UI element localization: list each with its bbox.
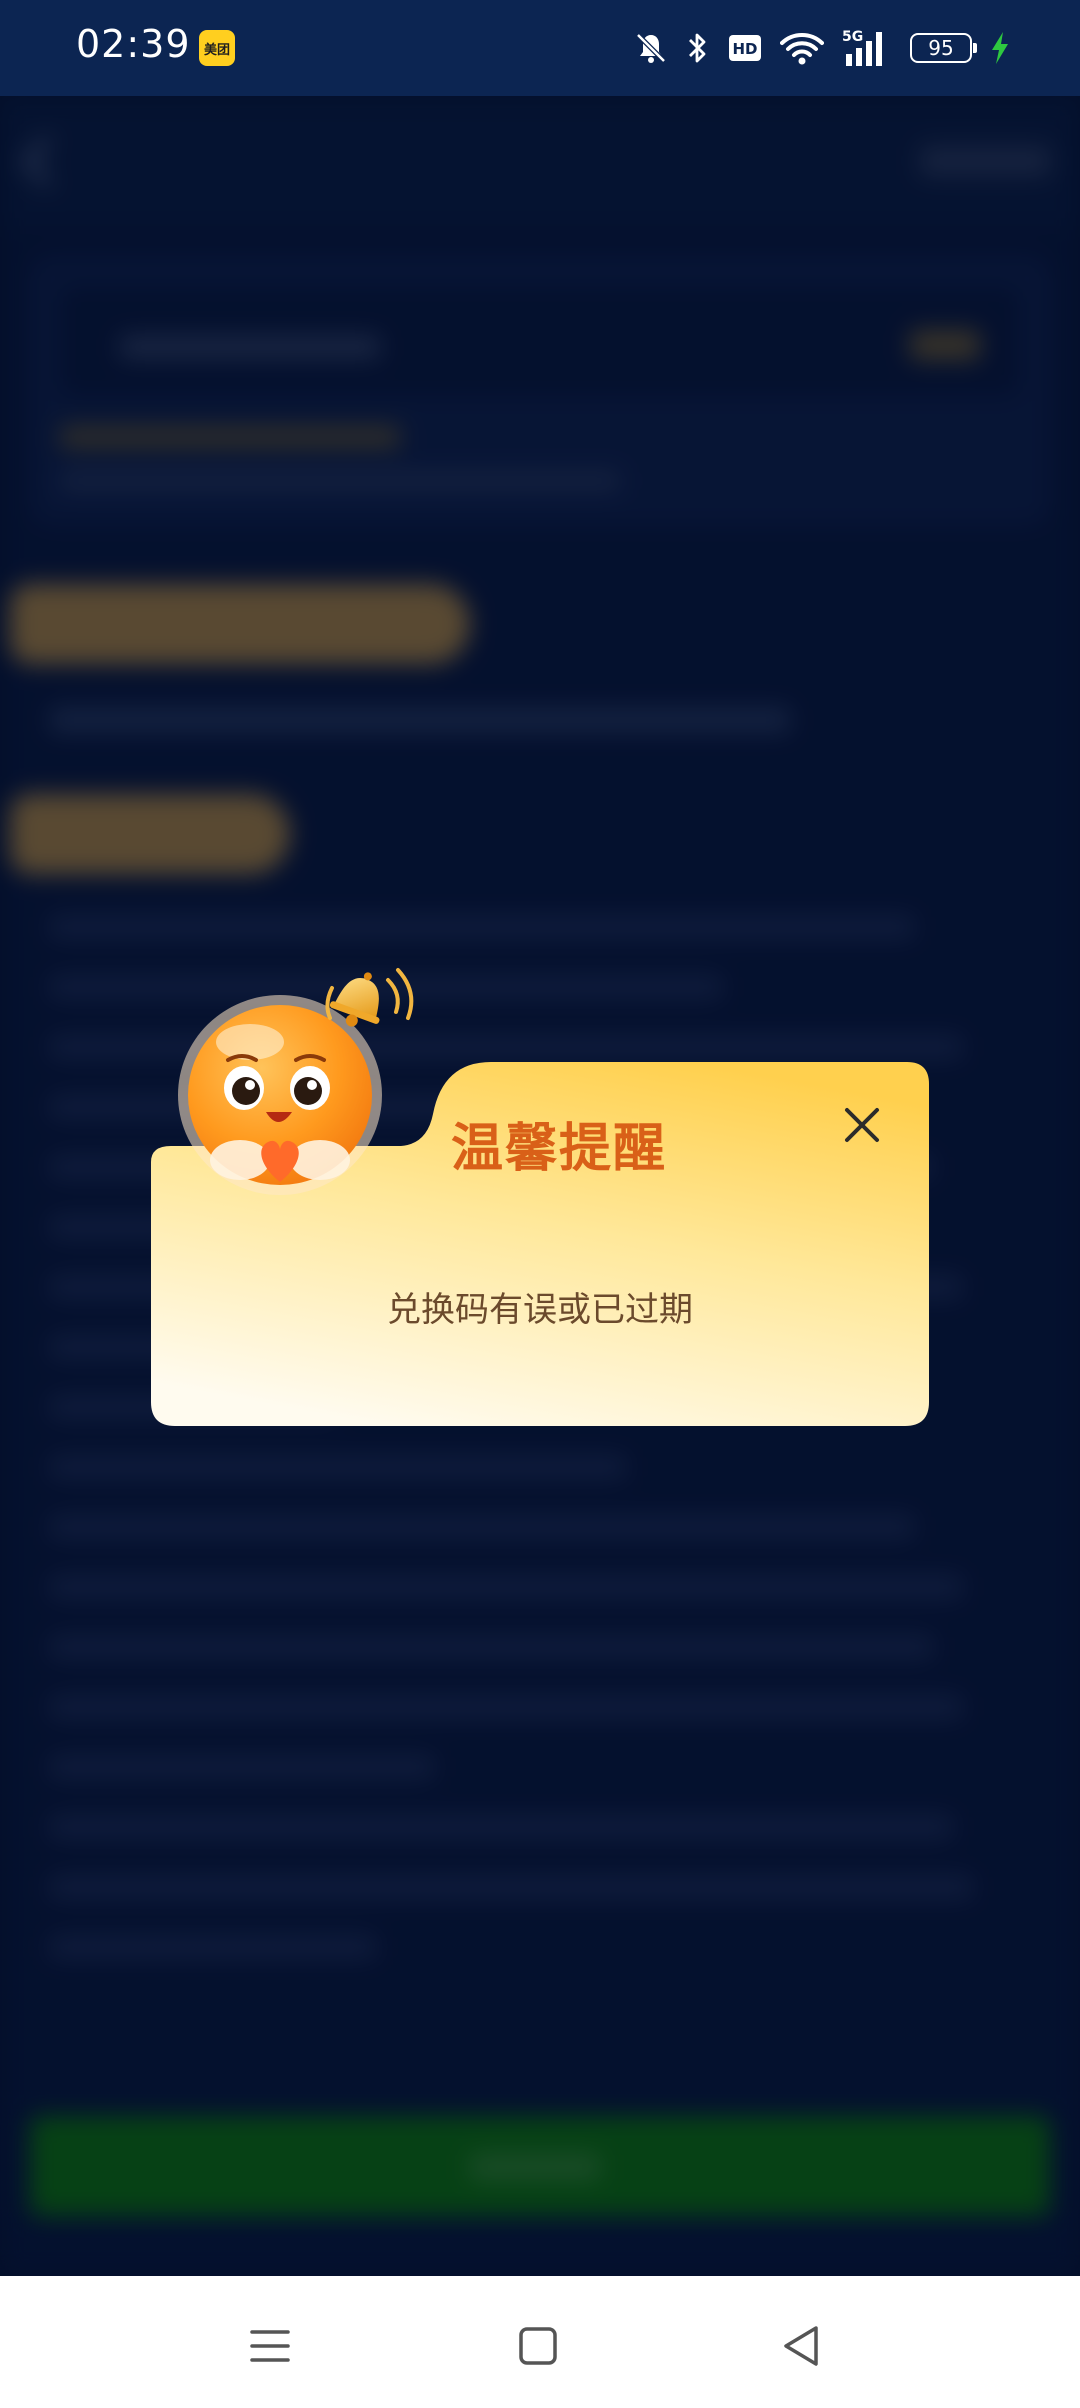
svg-text:HD: HD xyxy=(732,40,757,58)
dialog-message: 兑换码有误或已过期 xyxy=(387,1290,693,1330)
home-icon[interactable] xyxy=(508,2316,568,2376)
mascot-illustration xyxy=(178,968,414,1195)
menu-icon[interactable] xyxy=(240,2316,300,2376)
signal-5g-icon: 5G xyxy=(842,29,882,66)
battery-level: 95 xyxy=(928,36,954,60)
hd-icon: HD xyxy=(729,35,761,61)
close-icon[interactable] xyxy=(839,1102,885,1148)
wifi-icon xyxy=(780,33,824,65)
system-navigation-bar xyxy=(0,2276,1080,2408)
back-icon[interactable] xyxy=(772,2316,832,2376)
battery-icon: 95 xyxy=(910,33,977,63)
status-bar: 02:39 美团 HD 5G 95 xyxy=(0,0,1080,96)
charging-icon xyxy=(992,32,1008,64)
status-time: 02:39 xyxy=(76,22,191,66)
meituan-app-icon: 美团 xyxy=(199,30,235,66)
mute-icon xyxy=(636,33,666,63)
svg-text:5G: 5G xyxy=(842,29,863,45)
bluetooth-icon xyxy=(689,33,706,63)
status-icons: HD 5G 95 xyxy=(634,26,1010,70)
dialog-title: 温馨提醒 xyxy=(451,1119,668,1179)
